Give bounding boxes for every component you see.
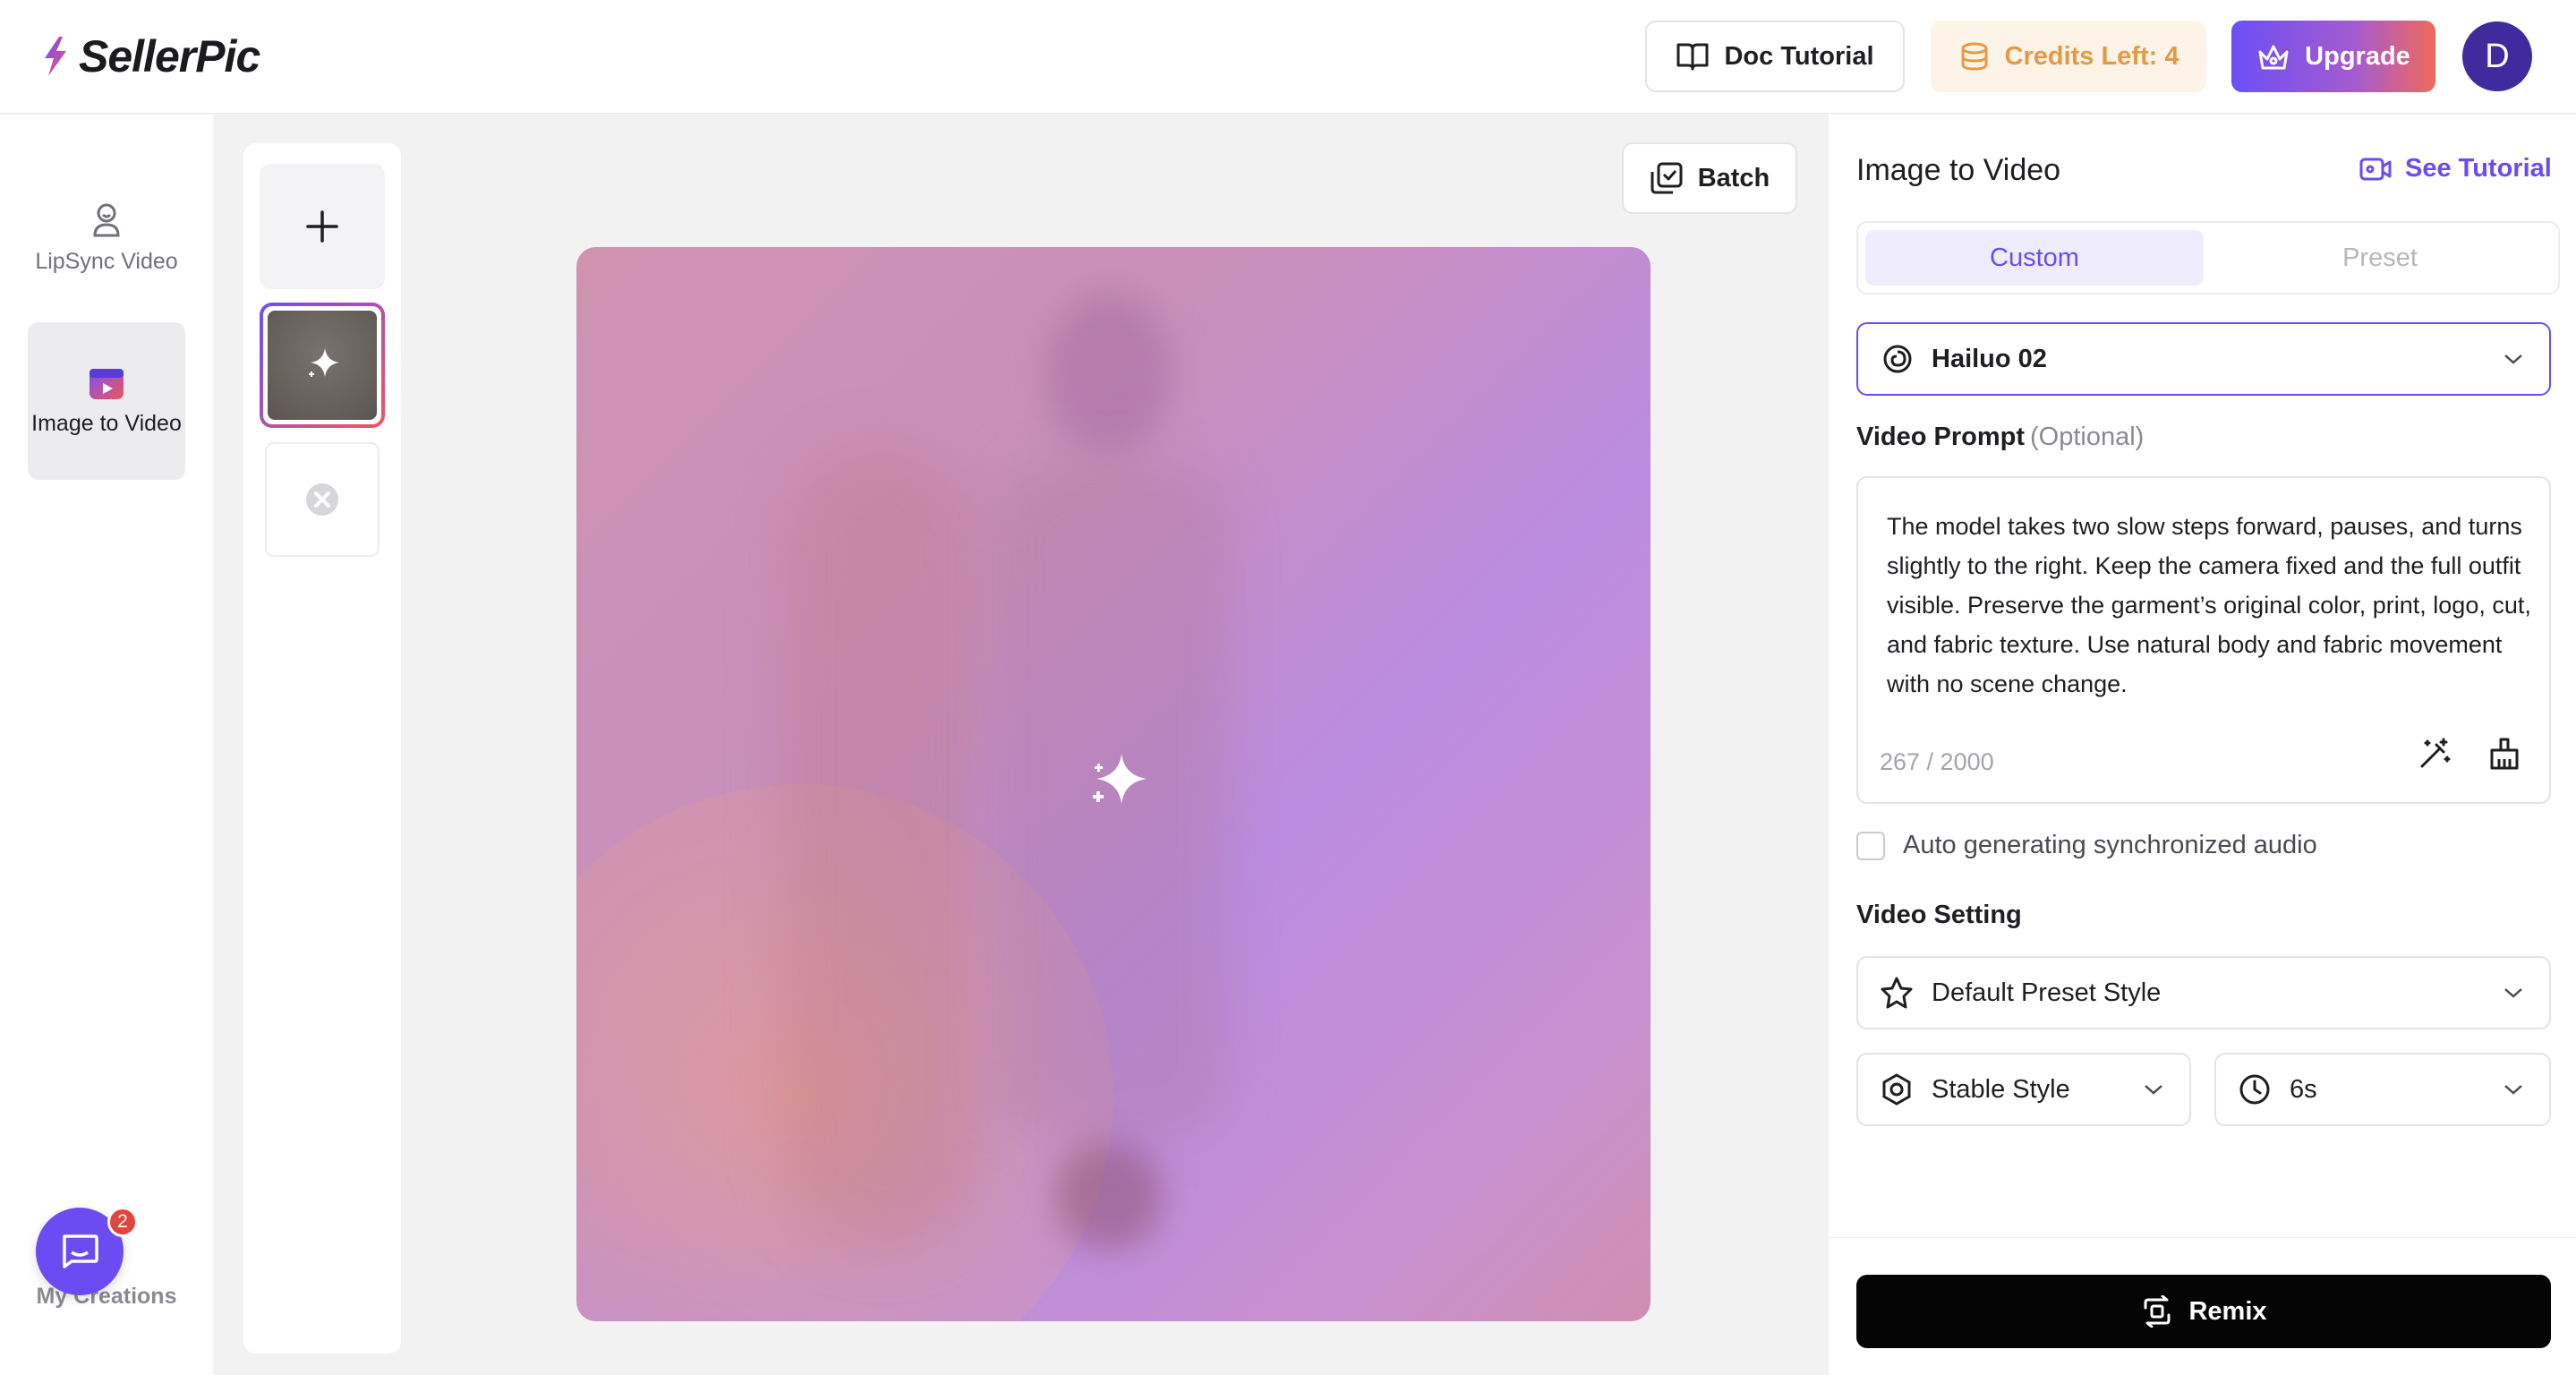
clock-icon	[2239, 1074, 2270, 1105]
book-icon	[1676, 43, 1709, 71]
top-header: SellerPic Doc Tutorial Credits Left: 4 U…	[0, 0, 2576, 114]
chevron-down-icon	[2145, 1085, 2162, 1095]
left-rail: LipSync Video Image to Video My Creation…	[0, 115, 213, 1375]
clear-broom-icon[interactable]	[2486, 736, 2522, 772]
preview-figure-head	[1046, 292, 1172, 453]
prompt-text[interactable]: The model takes two slow steps forward, …	[1887, 507, 2531, 704]
video-camera-icon	[2359, 158, 2392, 180]
sparkle-icon	[309, 348, 339, 377]
plus-icon	[306, 210, 338, 243]
chat-icon	[63, 1234, 98, 1268]
sellerpic-logo-icon	[45, 37, 66, 76]
remix-button[interactable]: Remix	[1856, 1275, 2551, 1348]
model-select[interactable]: Hailuo 02	[1856, 322, 2551, 396]
rail-item-image-to-video[interactable]: Image to Video	[28, 322, 185, 480]
failed-thumbnail[interactable]	[265, 442, 380, 557]
thumbnail-strip	[243, 143, 401, 1354]
mode-tabs: Custom Preset	[1856, 221, 2560, 295]
user-avatar[interactable]: D	[2462, 21, 2532, 91]
coins-icon	[1961, 42, 1987, 71]
see-tutorial-link[interactable]: See Tutorial	[2358, 154, 2552, 184]
brand-name: SellerPic	[79, 31, 260, 81]
tab-preset[interactable]: Preset	[2211, 230, 2549, 286]
character-counter: 267 / 2000	[1880, 748, 1994, 775]
chevron-down-icon	[2504, 988, 2522, 998]
my-creations-link[interactable]: My Creations	[0, 1284, 213, 1310]
tab-custom[interactable]: Custom	[1865, 230, 2204, 286]
video-setting-label: Video Setting	[1856, 901, 2022, 929]
preset-style-select[interactable]: Default Preset Style	[1856, 956, 2551, 1029]
preview-blur-shape	[782, 444, 979, 1250]
selected-thumbnail[interactable]	[260, 303, 385, 428]
model-spiral-icon	[1883, 345, 1912, 373]
duration-select[interactable]: 6s	[2214, 1053, 2551, 1126]
crown-basket-icon	[2258, 45, 2289, 70]
video-prompt-label: Video Prompt (Optional)	[1856, 423, 2145, 451]
add-image-button[interactable]	[260, 164, 385, 289]
generating-sparkle-icon	[1093, 754, 1147, 804]
lipsync-icon	[93, 203, 120, 237]
batch-icon	[1651, 162, 1683, 194]
image-to-video-icon	[90, 369, 124, 400]
doc-tutorial-button[interactable]: Doc Tutorial	[1645, 21, 1905, 92]
auto-audio-checkbox[interactable]	[1856, 831, 1885, 860]
chevron-down-icon	[2504, 354, 2522, 364]
remix-icon	[2144, 1295, 2171, 1328]
credits-button[interactable]: Credits Left: 4	[1931, 21, 2206, 92]
star-icon	[1881, 977, 1913, 1009]
preview-figure-feet	[1055, 1142, 1163, 1250]
chat-notification-badge: 2	[107, 1207, 138, 1237]
broken-image-icon	[306, 483, 338, 516]
brand-logo[interactable]: SellerPic	[39, 30, 260, 82]
stable-style-select[interactable]: Stable Style	[1856, 1053, 2191, 1126]
magic-wand-icon[interactable]	[2417, 736, 2452, 772]
settings-panel: Image to Video See Tutorial Custom Prese…	[1829, 115, 2576, 1375]
video-prompt-textarea[interactable]: The model takes two slow steps forward, …	[1856, 476, 2551, 804]
chevron-down-icon	[2504, 1085, 2522, 1095]
batch-button[interactable]: Batch	[1622, 142, 1797, 214]
panel-title: Image to Video	[1856, 153, 2061, 187]
prompt-tools	[2417, 736, 2522, 772]
auto-audio-option[interactable]: Auto generating synchronized audio	[1856, 831, 2317, 860]
thumbnail-image	[268, 311, 377, 420]
rail-item-lipsync-video[interactable]: LipSync Video	[28, 159, 185, 317]
upgrade-button[interactable]: Upgrade	[2231, 21, 2435, 92]
video-preview	[576, 247, 1651, 1321]
stabilizer-icon	[1882, 1073, 1911, 1106]
